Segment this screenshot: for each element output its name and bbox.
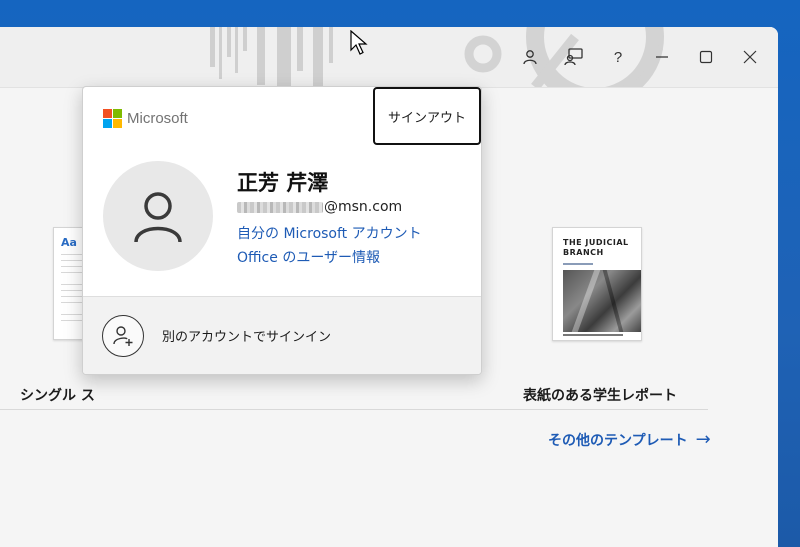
section-divider [0,409,708,410]
microsoft-logo: Microsoft [103,109,188,128]
feedback-icon[interactable] [552,35,596,79]
avatar [103,161,213,271]
title-bar: ? [0,27,778,88]
other-account-label: 別のアカウントでサインイン [162,330,332,345]
template-label-student-report[interactable]: 表紙のある学生レポート [523,385,677,405]
template-thumbnail-student-report[interactable]: THE JUDICIAL BRANCH [552,227,642,341]
template-cover-photo [563,270,641,332]
template-label-single-spaced[interactable]: シングル ス [20,385,95,405]
maximize-icon[interactable] [684,35,728,79]
user-email: @msn.com [237,199,402,215]
arrow-right-icon: → [695,429,711,450]
template-thumbnail-text: Aa [61,236,77,249]
sign-out-button[interactable]: サインアウト [373,87,481,145]
add-user-icon [102,314,144,357]
template-thumbnail-title: THE JUDICIAL BRANCH [563,238,629,257]
user-placeholder-icon [134,192,182,243]
my-microsoft-account-link[interactable]: 自分の Microsoft アカウント [237,223,422,243]
email-redacted-mask [237,201,323,213]
microsoft-logo-icon [103,109,122,128]
email-domain: @msn.com [324,199,403,215]
sign-in-other-account[interactable]: 別のアカウントでサインイン [83,296,481,374]
brand-name: Microsoft [127,110,188,127]
help-icon[interactable]: ? [596,35,640,79]
office-user-info-link[interactable]: Office のユーザー情報 [237,247,380,267]
minimize-icon[interactable] [640,35,684,79]
account-icon[interactable] [508,35,552,79]
user-name: 正芳 芹澤 [237,171,329,195]
account-flyout: Microsoft サインアウト 正芳 芹澤 @msn.com 自分の Micr… [82,86,482,375]
more-templates-label: その他のテンプレート [548,433,688,449]
help-label: ? [613,48,623,66]
close-icon[interactable] [728,35,772,79]
more-templates-link[interactable]: その他のテンプレート → [548,430,711,450]
mouse-cursor-icon [350,30,368,55]
